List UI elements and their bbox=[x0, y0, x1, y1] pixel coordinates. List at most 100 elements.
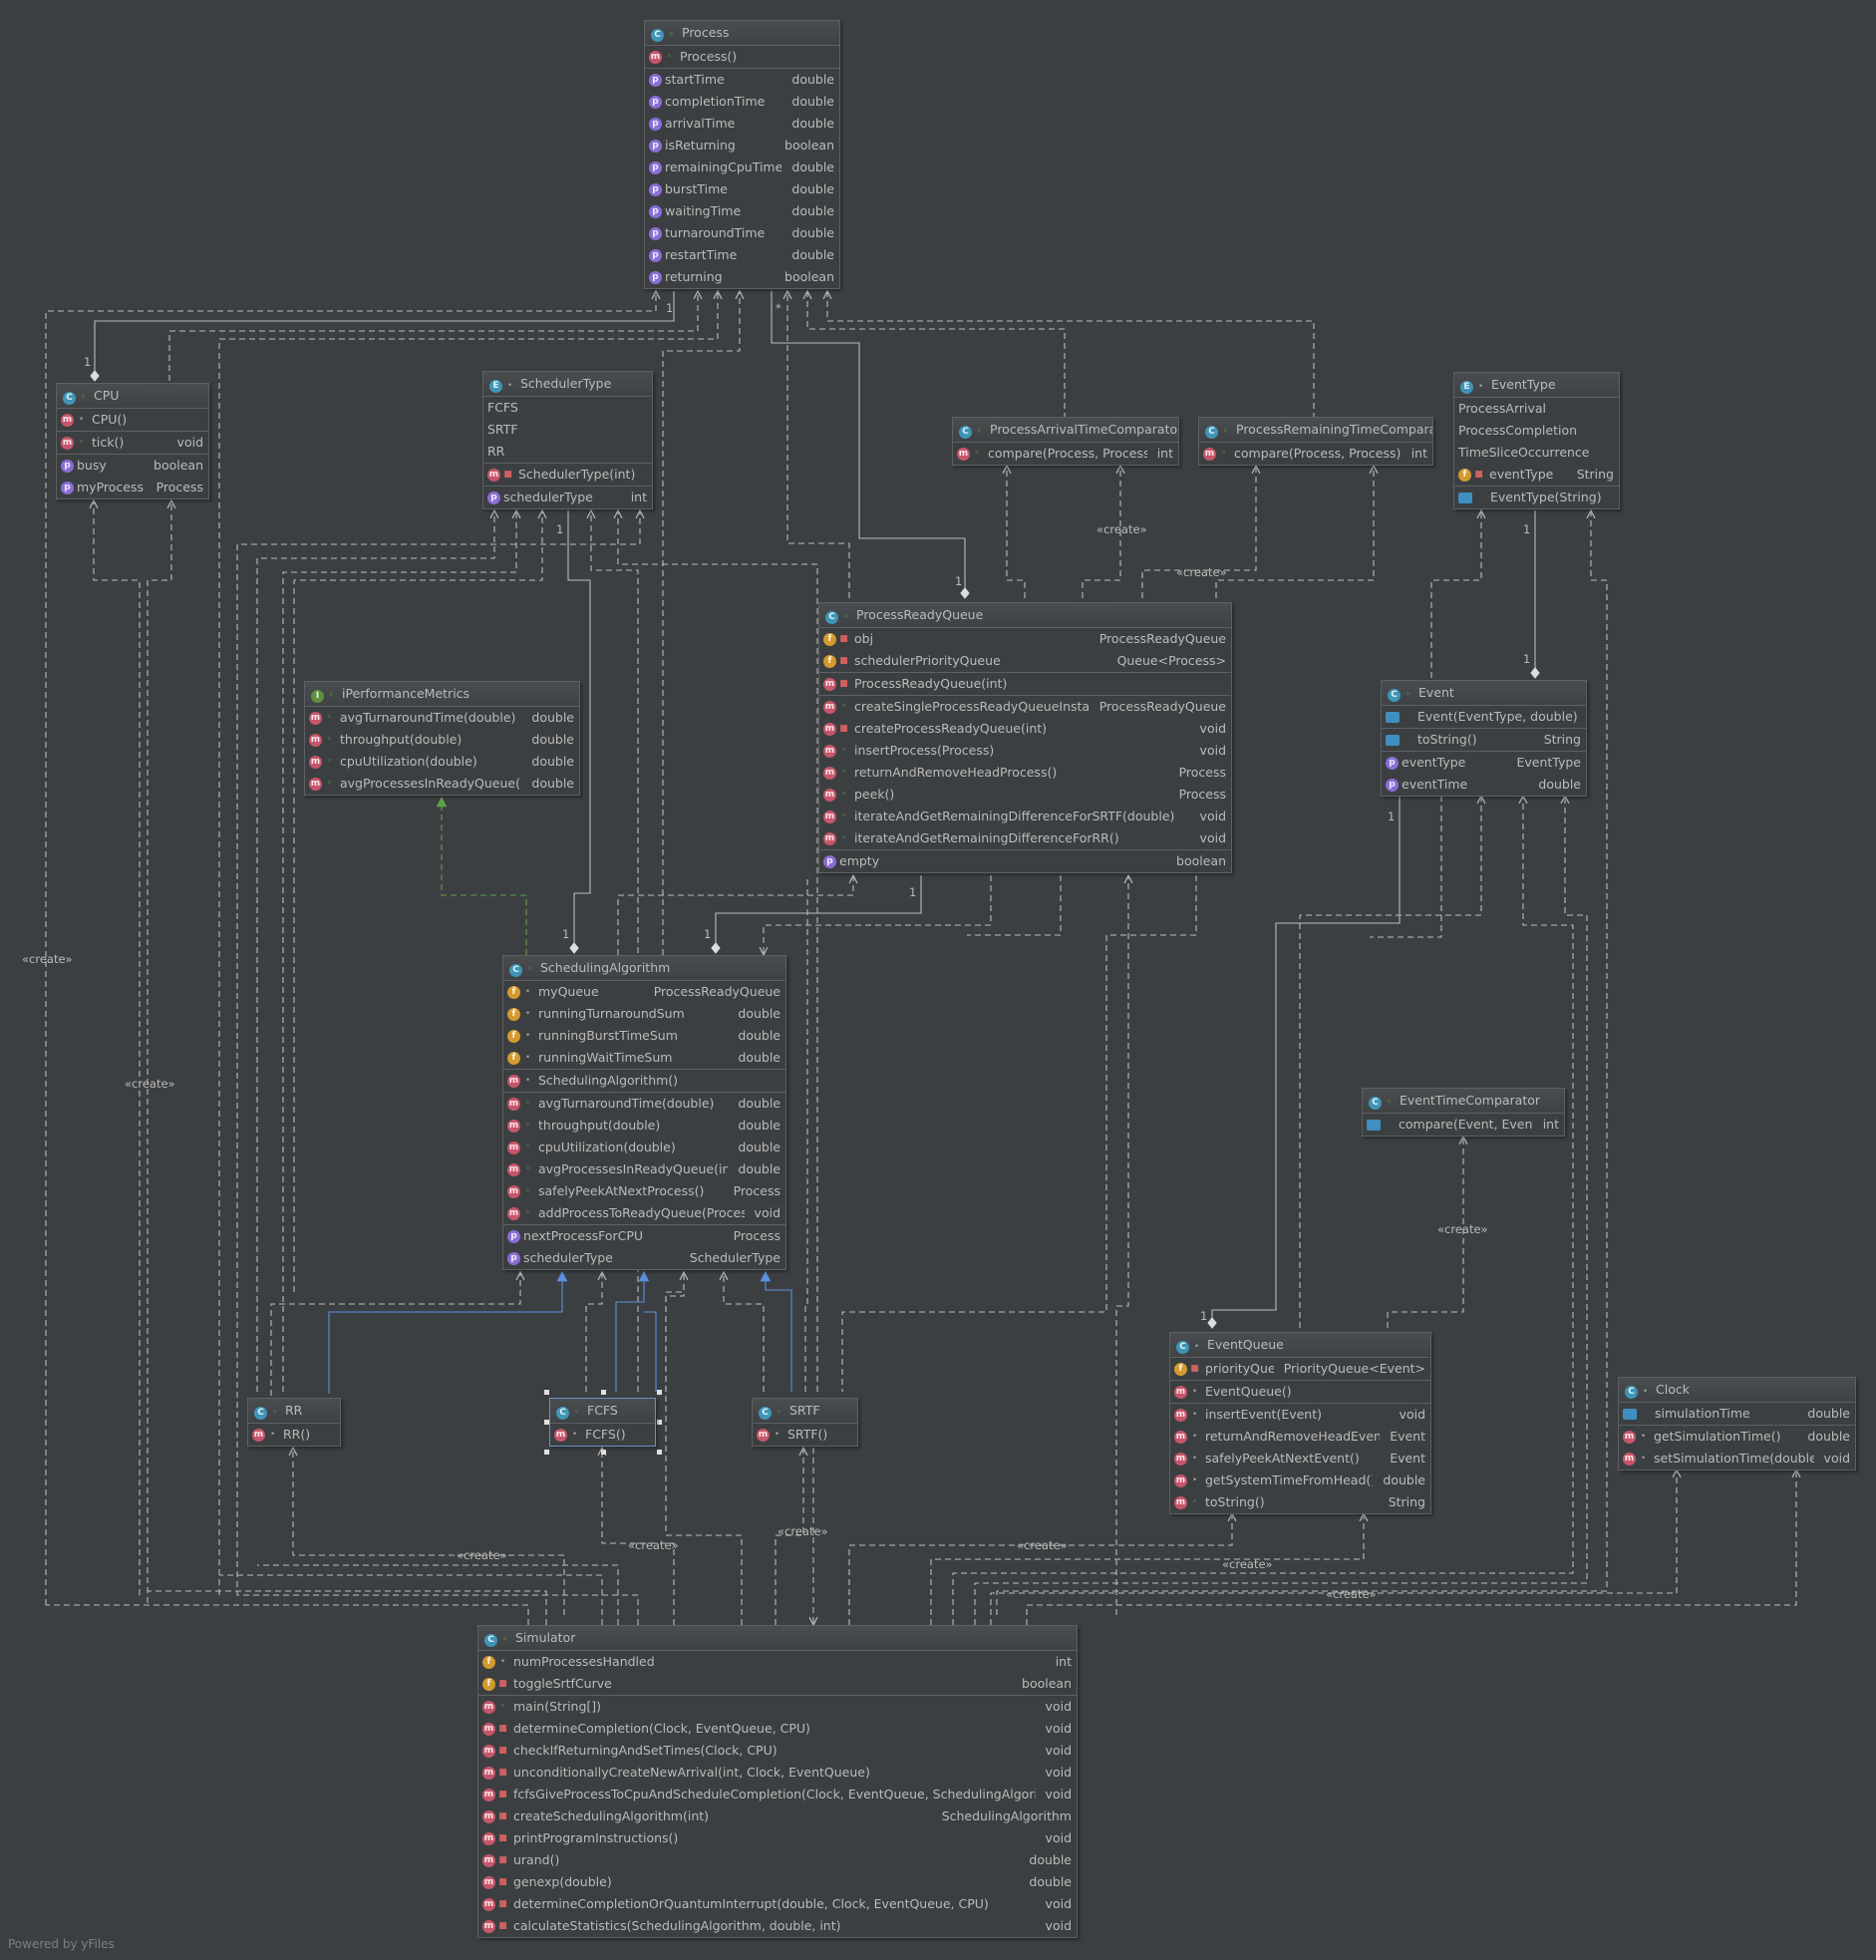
enum-constant-row[interactable]: ProcessArrival bbox=[1454, 398, 1619, 420]
method-row[interactable]: m ■ printProgramInstructions() void bbox=[478, 1827, 1077, 1849]
field-row[interactable]: f ■ eventType String bbox=[1454, 464, 1619, 486]
enum-constant-row[interactable]: RR bbox=[483, 441, 652, 463]
method-row[interactable]: m ■ checkIfReturningAndSetTimes(Clock, CPU… bbox=[478, 1740, 1077, 1762]
constructor-row[interactable]: m • SchedulingAlgorithm() bbox=[503, 1070, 785, 1092]
method-row[interactable]: m • getSystemTimeFromHead() double bbox=[1170, 1470, 1430, 1491]
class-event-time-comparator[interactable]: C ◦ EventTimeComparator compare(Event, Eve… bbox=[1362, 1088, 1565, 1137]
method-row[interactable]: m ◦ cpuUtilization(double) double bbox=[305, 751, 579, 773]
method-row[interactable]: m ■ urand() double bbox=[478, 1849, 1077, 1871]
class-clock[interactable]: C • Clock simulationTime double m • getSimula… bbox=[1618, 1377, 1856, 1470]
property-row[interactable]: p turnaroundTime double bbox=[645, 222, 839, 244]
field-row[interactable]: simulationTime double bbox=[1619, 1403, 1855, 1425]
enum-constant-row[interactable]: ProcessCompletion bbox=[1454, 420, 1619, 442]
property-row[interactable]: p waitingTime double bbox=[645, 200, 839, 222]
field-row[interactable]: f ■ schedulerPriorityQueue Queue<Process> bbox=[819, 650, 1231, 672]
property-row[interactable]: p eventTime double bbox=[1382, 774, 1586, 796]
constructor-row[interactable]: m • EventQueue() bbox=[1170, 1381, 1430, 1403]
field-row[interactable]: f • numProcessesHandled int bbox=[478, 1651, 1077, 1673]
property-row[interactable]: p nextProcessForCPU Process bbox=[503, 1225, 785, 1247]
method-row[interactable]: m • setSimulationTime(double) void bbox=[1619, 1448, 1855, 1470]
method-row[interactable]: m ■ fcfsGiveProcessToCpuAndScheduleComplet… bbox=[478, 1784, 1077, 1805]
class-event[interactable]: C ◦ Event Event(EventType, double) toStrin… bbox=[1381, 680, 1587, 797]
constructor-row[interactable]: m ■ SchedulerType(int) bbox=[483, 464, 652, 486]
constructor-row[interactable]: m • SRTF() bbox=[753, 1424, 857, 1446]
enum-constant-row[interactable]: SRTF bbox=[483, 419, 652, 441]
method-row[interactable]: m ◦ toString() String bbox=[1170, 1491, 1430, 1513]
property-row[interactable]: p startTime double bbox=[645, 69, 839, 91]
property-row[interactable]: p completionTime double bbox=[645, 91, 839, 113]
property-row[interactable]: p remainingCpuTime double bbox=[645, 157, 839, 178]
class-srtf[interactable]: C ◦ SRTF m • SRTF() bbox=[752, 1398, 858, 1447]
property-row[interactable]: p myProcess Process bbox=[57, 477, 208, 498]
method-row[interactable]: compare(Event, Event) int bbox=[1363, 1114, 1564, 1136]
method-row[interactable]: m ■ createProcessReadyQueue(int) void bbox=[819, 718, 1231, 740]
constructor-row[interactable]: EventType(String) bbox=[1454, 487, 1619, 508]
property-row[interactable]: p arrivalTime double bbox=[645, 113, 839, 135]
method-row[interactable]: m ◦ safelyPeekAtNextProcess() Process bbox=[503, 1180, 785, 1202]
method-row[interactable]: m ■ calculateStatistics(SchedulingAlgorith… bbox=[478, 1915, 1077, 1937]
method-row[interactable]: m ◦ createSingleProcessReadyQueueInstance(… bbox=[819, 696, 1231, 718]
method-row[interactable]: m ◦ main(String[]) void bbox=[478, 1696, 1077, 1718]
method-row[interactable]: m ◦ iterateAndGetRemainingDifferenceForSRT… bbox=[819, 806, 1231, 827]
class-process-ready-queue[interactable]: C ◦ ProcessReadyQueue f ■ obj ProcessReadyQue… bbox=[818, 602, 1232, 873]
field-row[interactable]: f ■ obj ProcessReadyQueue bbox=[819, 628, 1231, 650]
method-row[interactable]: m ◦ avgTurnaroundTime(double) double bbox=[305, 707, 579, 729]
method-row[interactable]: m ◦ insertProcess(Process) void bbox=[819, 740, 1231, 762]
constructor-row[interactable]: m ◦ Process() bbox=[645, 46, 839, 68]
method-row[interactable]: m • insertEvent(Event) void bbox=[1170, 1404, 1430, 1426]
property-row[interactable]: p isReturning boolean bbox=[645, 135, 839, 157]
method-row[interactable]: m • getSimulationTime() double bbox=[1619, 1426, 1855, 1448]
constructor-row[interactable]: m • RR() bbox=[248, 1424, 340, 1446]
method-row[interactable]: m ◦ cpuUtilization(double) double bbox=[503, 1137, 785, 1158]
method-row[interactable]: m ◦ avgTurnaroundTime(double) double bbox=[503, 1093, 785, 1115]
property-row[interactable]: p empty boolean bbox=[819, 850, 1231, 872]
property-row[interactable]: p burstTime double bbox=[645, 178, 839, 200]
property-row[interactable]: p returning boolean bbox=[645, 266, 839, 288]
class-event-queue[interactable]: C • EventQueue f■ priorityQueue PriorityQueu… bbox=[1169, 1332, 1431, 1514]
method-row[interactable]: m ◦ addProcessToReadyQueue(Process) void bbox=[503, 1202, 785, 1224]
method-row[interactable]: m ◦ returnAndRemoveHeadProcess() Process bbox=[819, 762, 1231, 784]
constructor-row[interactable]: m • CPU() bbox=[57, 409, 208, 431]
interface-performance-metrics[interactable]: I ◦ iPerformanceMetrics m ◦ avgTurnaroundTim… bbox=[304, 681, 580, 796]
constructor-row[interactable]: m ■ ProcessReadyQueue(int) bbox=[819, 673, 1231, 695]
constructor-row[interactable]: m • FCFS() bbox=[550, 1424, 655, 1446]
field-row[interactable]: f■ priorityQueue PriorityQueue<Event> bbox=[1170, 1358, 1430, 1380]
field-row[interactable]: f • runningBurstTimeSum double bbox=[503, 1025, 785, 1047]
constructor-row[interactable]: Event(EventType, double) bbox=[1382, 706, 1586, 728]
method-row[interactable]: m ■ genexp(double) double bbox=[478, 1871, 1077, 1893]
method-row[interactable]: m ◦ throughput(double) double bbox=[305, 729, 579, 751]
class-fcfs[interactable]: C ◦ FCFS m • FCFS() bbox=[549, 1398, 656, 1447]
class-process-remaining-time-comparator[interactable]: C◦ProcessRemainingTimeComparator m◦compa… bbox=[1198, 417, 1433, 466]
class-scheduling-algorithm[interactable]: C ◦ SchedulingAlgorithm f • myQueue ProcessRe… bbox=[502, 955, 786, 1270]
field-row[interactable]: f • runningTurnaroundSum double bbox=[503, 1003, 785, 1025]
method-row[interactable]: m ■ createSchedulingAlgorithm(int) Scheduli… bbox=[478, 1805, 1077, 1827]
field-row[interactable]: f • runningWaitTimeSum double bbox=[503, 1047, 785, 1069]
method-row[interactable]: m • returnAndRemoveHeadEvent() Event bbox=[1170, 1426, 1430, 1448]
class-process-arrival-time-comparator[interactable]: C ◦ ProcessArrivalTimeComparator m ◦ compare… bbox=[952, 417, 1179, 466]
method-row[interactable]: m ■ unconditionallyCreateNewArrival(int, C… bbox=[478, 1762, 1077, 1784]
method-row[interactable]: m ◦ compare(Process, Process) int bbox=[953, 443, 1178, 465]
method-row[interactable]: m ■ determineCompletionOrQuantumInterrupt(… bbox=[478, 1893, 1077, 1915]
property-row[interactable]: p schedulerType int bbox=[483, 487, 652, 508]
property-row[interactable]: p busy boolean bbox=[57, 455, 208, 477]
method-row[interactable]: m ◦ peek() Process bbox=[819, 784, 1231, 806]
enum-scheduler-type[interactable]: E • SchedulerType FCFS SRTF RR m ■ Scheduler… bbox=[482, 371, 653, 509]
field-row[interactable]: f ■ toggleSrtfCurve boolean bbox=[478, 1673, 1077, 1695]
enum-constant-row[interactable]: FCFS bbox=[483, 397, 652, 419]
method-row[interactable]: toString() String bbox=[1382, 729, 1586, 751]
method-row[interactable]: m ◦ avgProcessesInReadyQueue(int) double bbox=[305, 773, 579, 795]
property-row[interactable]: p schedulerType SchedulerType bbox=[503, 1247, 785, 1269]
enum-constant-row[interactable]: TimeSliceOccurrence bbox=[1454, 442, 1619, 464]
class-rr[interactable]: C ◦ RR m • RR() bbox=[247, 1398, 341, 1447]
method-row[interactable]: m ◦ compare(Process, Process) int bbox=[1199, 443, 1432, 465]
method-row[interactable]: m ◦ throughput(double) double bbox=[503, 1115, 785, 1137]
method-row[interactable]: m ■ determineCompletion(Clock, EventQueue,… bbox=[478, 1718, 1077, 1740]
property-row[interactable]: p restartTime double bbox=[645, 244, 839, 266]
property-row[interactable]: p eventType EventType bbox=[1382, 752, 1586, 774]
class-simulator[interactable]: C ◦ Simulator f • numProcessesHandled int f ■ t… bbox=[477, 1625, 1078, 1938]
method-row[interactable]: m ◦ iterateAndGetRemainingDifferenceForRR(… bbox=[819, 827, 1231, 849]
method-row[interactable]: m • safelyPeekAtNextEvent() Event bbox=[1170, 1448, 1430, 1470]
enum-event-type[interactable]: E • EventType ProcessArrival ProcessComple… bbox=[1453, 372, 1620, 509]
class-process[interactable]: C ◦ Process m ◦ Process() p startTime double p… bbox=[644, 20, 840, 289]
class-cpu[interactable]: C ◦ CPU m • CPU() m ◦ tick() void p busy boolean … bbox=[56, 383, 209, 499]
